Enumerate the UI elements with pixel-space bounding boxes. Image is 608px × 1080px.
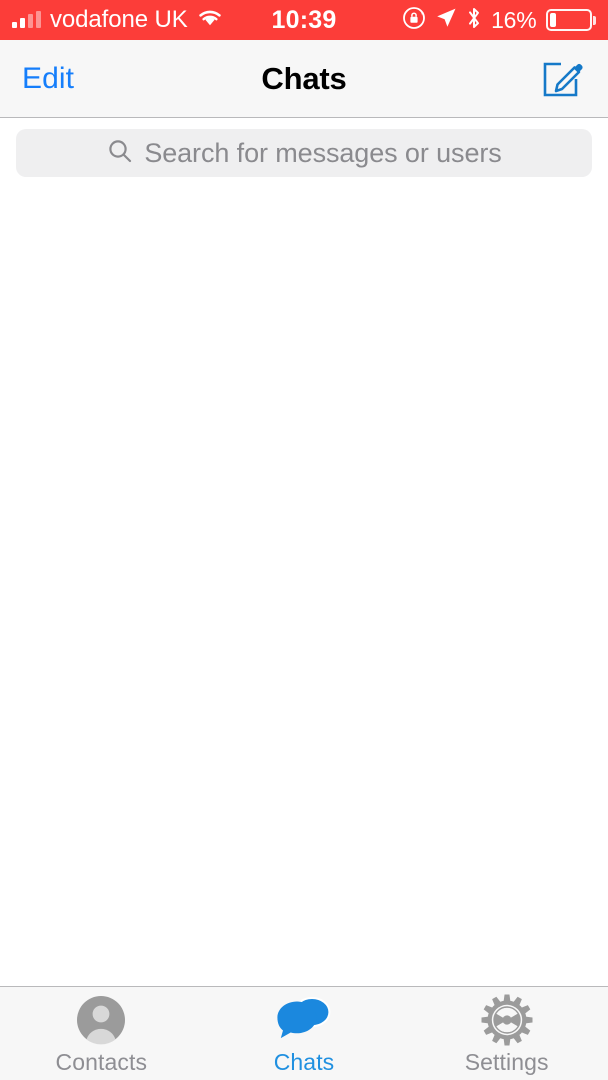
- tab-contacts-label: Contacts: [55, 1049, 148, 1075]
- compose-button[interactable]: [538, 55, 586, 103]
- status-bar-left: vodafone UK: [12, 6, 223, 34]
- carrier-label: vodafone UK: [50, 6, 188, 33]
- status-bar: vodafone UK 10:39 16%: [0, 0, 608, 40]
- battery-icon: [545, 9, 596, 31]
- chat-list-empty: [0, 177, 608, 986]
- bluetooth-icon: [466, 6, 482, 35]
- search-bar-container: Search for messages or users: [0, 118, 608, 177]
- page-title: Chats: [261, 60, 347, 96]
- wifi-icon: [197, 8, 223, 32]
- location-arrow-icon: [435, 7, 457, 34]
- settings-gear-icon: [480, 994, 534, 1046]
- edit-button[interactable]: Edit: [22, 62, 74, 96]
- rotation-lock-icon: [402, 6, 426, 35]
- signal-bars-icon: [12, 11, 41, 28]
- search-icon: [106, 137, 134, 170]
- tab-contacts[interactable]: Contacts: [0, 987, 203, 1080]
- contacts-person-icon: [75, 995, 127, 1045]
- tab-bar: Contacts Chats Settings: [0, 986, 608, 1080]
- tab-settings-label: Settings: [464, 1049, 549, 1075]
- search-placeholder: Search for messages or users: [144, 137, 502, 168]
- tab-chats-label: Chats: [273, 1049, 335, 1075]
- chats-bubbles-icon: [276, 995, 332, 1045]
- status-bar-right: 16%: [402, 6, 596, 35]
- battery-percent-label: 16%: [491, 6, 537, 33]
- compose-icon: [538, 62, 586, 106]
- tab-settings[interactable]: Settings: [405, 987, 608, 1080]
- search-input[interactable]: Search for messages or users: [16, 129, 592, 177]
- app-screen: vodafone UK 10:39 16% Edit Chats Search …: [0, 0, 608, 1080]
- navigation-bar: Edit Chats: [0, 40, 608, 118]
- tab-chats[interactable]: Chats: [203, 987, 406, 1080]
